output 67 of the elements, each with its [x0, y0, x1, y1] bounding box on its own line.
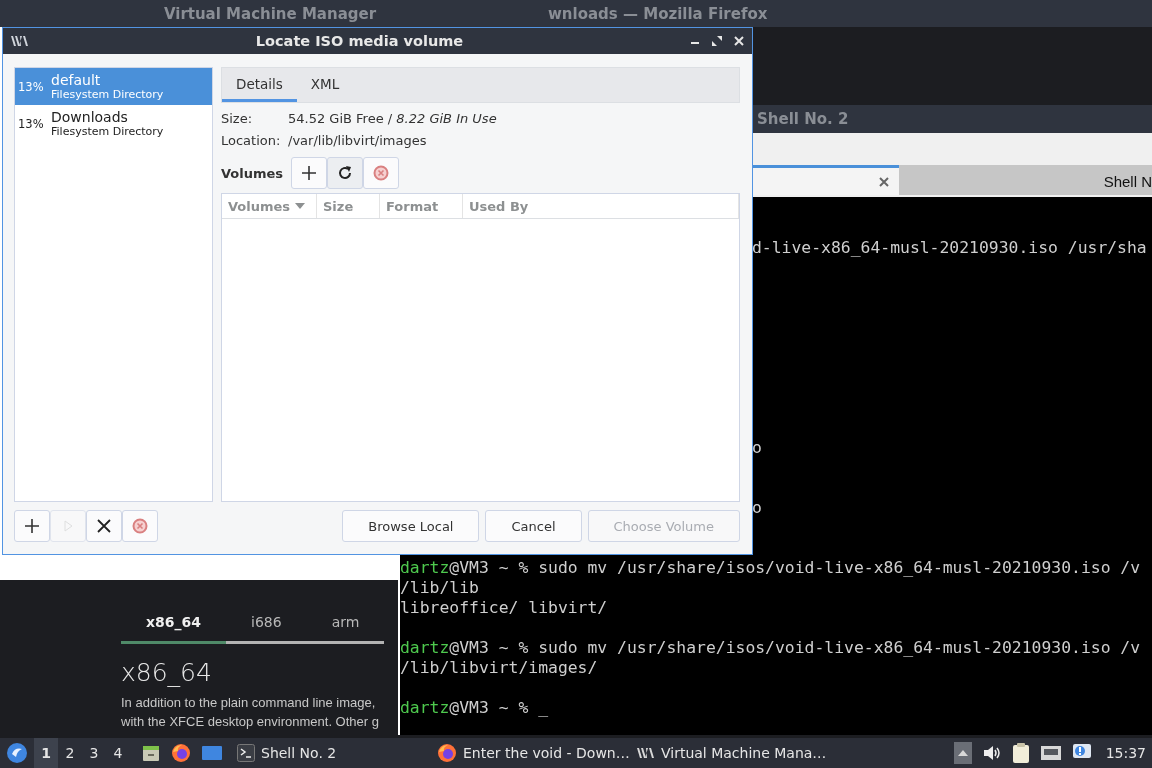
menu-icon[interactable] [6, 742, 28, 764]
pool-name: default [51, 71, 102, 88]
field-label: Location: [221, 132, 282, 148]
tab[interactable]: i686 [226, 602, 307, 644]
maximize-icon[interactable] [712, 36, 722, 46]
refresh-button[interactable] [327, 157, 363, 189]
delete-icon [373, 165, 389, 181]
firefox-icon[interactable] [171, 743, 191, 763]
speaker-icon[interactable] [981, 744, 1002, 762]
task-button[interactable]: Enter the void - Down… [434, 738, 634, 768]
delete-icon [132, 518, 148, 534]
desktop-icon[interactable] [201, 744, 223, 762]
clock: 15:37 [1105, 745, 1146, 761]
section-label: Volumes [221, 165, 285, 181]
refresh-icon [337, 165, 353, 181]
location-value: /var/lib/libvirt/images [288, 132, 427, 148]
window-title: Locate ISO media volume [254, 33, 465, 49]
window-title: wnloads — Mozilla Firefox [548, 4, 768, 23]
workspace-button[interactable]: 2 [58, 738, 82, 768]
workspace-button[interactable]: 3 [82, 738, 106, 768]
task-button[interactable]: Shell No. 2 [234, 738, 434, 768]
plus-icon [301, 165, 317, 181]
terminal-line: d-live-x86_64-musl-20210930.iso /usr/sha [751, 238, 1148, 258]
terminal-line: dartz@VM3 ~ % sudo mv /usr/share/isos/void-live-x86_64-musl-20210930.iso /v [400, 638, 1142, 658]
sort-arrow-icon [295, 203, 306, 209]
tab[interactable]: XML [296, 68, 354, 102]
usage-label: 13% [18, 79, 45, 94]
terminal-line: /lib/libvirt/images/ [400, 658, 599, 678]
window-title: Shell No. 2 [757, 110, 849, 128]
workspace-button[interactable]: 1 [34, 738, 58, 768]
firefox-icon [437, 743, 457, 763]
terminal-tab[interactable]: Shell N [898, 165, 1152, 195]
add-button[interactable] [291, 157, 327, 189]
usage-label: 13% [18, 116, 45, 131]
add-button[interactable] [14, 510, 50, 542]
window-logo-icon [637, 748, 655, 758]
terminal-line: libreoffice/ libvirt/ [400, 598, 609, 618]
size-value: 54.52 GiB Free / 8.22 GiB In Use [288, 110, 497, 126]
workspace-button[interactable]: 4 [106, 738, 130, 768]
file-cabinet-icon[interactable] [141, 743, 161, 763]
clipboard-icon[interactable] [1011, 742, 1030, 764]
tab[interactable]: Details [222, 68, 297, 102]
terminal-tab[interactable] [753, 165, 899, 195]
dialog-button[interactable]: Browse Local [342, 510, 480, 542]
terminal-line: dartz@VM3 ~ % _ [400, 698, 550, 718]
close-icon [96, 518, 112, 534]
section-heading: x86_64 [121, 658, 212, 687]
close-icon[interactable] [878, 176, 889, 187]
pool-type: Filesystem Directory [51, 87, 165, 102]
dialog-button[interactable]: Cancel [485, 510, 582, 542]
window-title: Virtual Machine Manager [163, 4, 377, 23]
terminal-line: dartz@VM3 ~ % sudo mv /usr/share/isos/void-live-x86_64-musl-20210930.iso /v [400, 558, 1142, 578]
pool-type: Filesystem Directory [51, 124, 165, 139]
paragraph: In addition to the plain command line image, with the XFCE desktop environment. Other g [121, 694, 379, 731]
tab[interactable]: arm [306, 602, 385, 644]
window-logo-icon [11, 36, 29, 46]
terminal-line: o [751, 438, 763, 458]
task-button[interactable]: Virtual Machine Mana… [634, 738, 834, 768]
plus-icon [24, 518, 40, 534]
tab[interactable]: x86_64 [121, 602, 226, 644]
terminal-line: o [751, 498, 763, 518]
network-icon[interactable] [1039, 744, 1062, 762]
field-label: Size: [221, 110, 254, 126]
terminal-icon [237, 744, 255, 762]
stop-button[interactable] [86, 510, 122, 542]
pool-name: Downloads [51, 108, 129, 125]
terminal-line: /lib/lib [400, 578, 480, 598]
